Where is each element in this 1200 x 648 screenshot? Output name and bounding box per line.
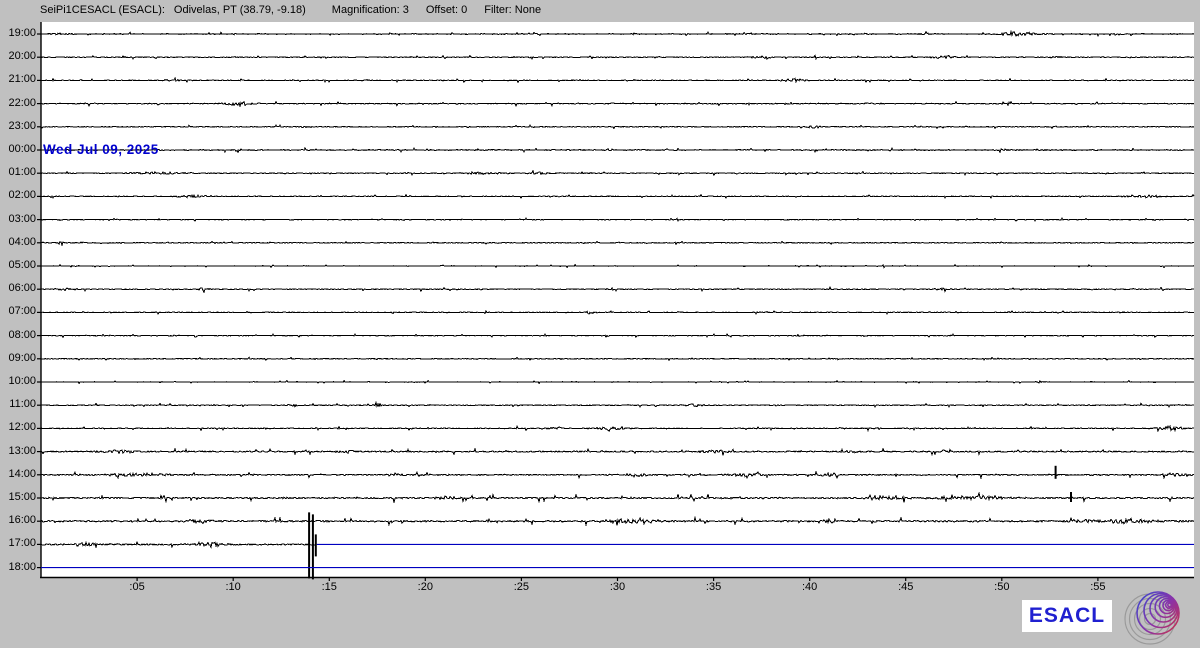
hour-label: 03:00 — [0, 213, 36, 226]
minute-label: :20 — [408, 581, 442, 594]
hour-label: 11:00 — [0, 398, 36, 411]
esacl-spiral-logo-icon — [1122, 588, 1194, 646]
esacl-badge-label: ESACL — [1029, 604, 1105, 628]
hour-label: 17:00 — [0, 537, 36, 550]
minute-label: :35 — [697, 581, 731, 594]
hour-label: 12:00 — [0, 421, 36, 434]
hour-label: 13:00 — [0, 445, 36, 458]
minute-label: :25 — [504, 581, 538, 594]
minute-label: :55 — [1081, 581, 1115, 594]
hour-label: 14:00 — [0, 468, 36, 481]
hour-label: 19:00 — [0, 27, 36, 40]
hour-label: 04:00 — [0, 236, 36, 249]
minute-label: :15 — [312, 581, 346, 594]
helicorder-screen: SeiPi1CESACL (ESACL): Odivelas, PT (38.7… — [0, 0, 1200, 648]
date-overlay: Wed Jul 09, 2025 — [43, 142, 159, 157]
hour-label: 16:00 — [0, 514, 36, 527]
hour-label: 21:00 — [0, 73, 36, 86]
minute-label: :05 — [120, 581, 154, 594]
hour-label: 20:00 — [0, 50, 36, 63]
hour-label: 01:00 — [0, 166, 36, 179]
hour-label: 23:00 — [0, 120, 36, 133]
minute-label: :40 — [793, 581, 827, 594]
minute-label: :10 — [216, 581, 250, 594]
helicorder-traces — [0, 0, 1200, 648]
esacl-badge: ESACL — [1022, 600, 1112, 632]
hour-label: 10:00 — [0, 375, 36, 388]
hour-label: 22:00 — [0, 97, 36, 110]
minute-label: :50 — [985, 581, 1019, 594]
minute-label: :30 — [601, 581, 635, 594]
hour-label: 09:00 — [0, 352, 36, 365]
hour-label: 15:00 — [0, 491, 36, 504]
hour-label: 02:00 — [0, 189, 36, 202]
hour-label: 06:00 — [0, 282, 36, 295]
hour-label: 07:00 — [0, 305, 36, 318]
hour-label: 18:00 — [0, 561, 36, 574]
minute-label: :45 — [889, 581, 923, 594]
hour-label: 05:00 — [0, 259, 36, 272]
hour-label: 00:00 — [0, 143, 36, 156]
hour-label: 08:00 — [0, 329, 36, 342]
